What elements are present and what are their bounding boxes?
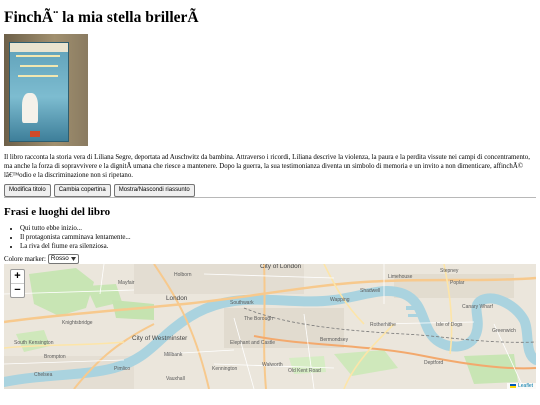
- map-label-wapping: Wapping: [330, 297, 350, 303]
- attribution-link[interactable]: Leaflet: [518, 383, 533, 389]
- marker-color-label: Colore marker:: [4, 255, 46, 263]
- divider: [4, 197, 536, 198]
- map-label-limehouse: Limehouse: [388, 274, 413, 280]
- list-item: La riva del fiume era silenziosa.: [20, 242, 131, 251]
- zoom-out-button[interactable]: −: [11, 283, 24, 297]
- map-label-bermondsey: Bermondsey: [320, 337, 349, 343]
- map-tiles: City of London London City of Westminste…: [4, 264, 536, 389]
- map-label-walworth: Walworth: [262, 362, 283, 368]
- map-label-stepney: Stepney: [440, 268, 459, 274]
- phrase-list: Qui tutto ebbe inizio... Il protagonista…: [4, 224, 131, 251]
- map-label-poplar: Poplar: [450, 280, 465, 286]
- page-title: FinchÃ¨ la mia stella brillerÃ: [4, 9, 199, 26]
- map-label-southwark: Southwark: [230, 300, 254, 306]
- map-label-london: London: [166, 295, 188, 302]
- map-label-deptford: Deptford: [424, 360, 443, 366]
- list-item: Qui tutto ebbe inizio...: [20, 224, 131, 233]
- section-heading: Frasi e luoghi del libro: [4, 206, 111, 218]
- map-label-greenwich: Greenwich: [492, 328, 516, 334]
- marker-color-value: Rosso: [50, 255, 69, 262]
- toggle-summary-button[interactable]: Mostra/Nascondi riassunto: [113, 184, 195, 197]
- action-buttons: Modifica titolo Cambia copertina Mostra/…: [4, 184, 195, 197]
- book-jacket: [9, 42, 69, 142]
- map-label-millbank: Millbank: [164, 352, 183, 358]
- map-label-knightsbridge: Knightsbridge: [62, 320, 93, 326]
- map-label-old-kent-road: Old Kent Road: [288, 368, 321, 374]
- chevron-down-icon: [70, 257, 76, 261]
- map-label-rotherhithe: Rotherhithe: [370, 322, 396, 328]
- book-cover-image: [4, 34, 88, 146]
- zoom-control: + −: [10, 269, 25, 298]
- map-label-isle-of-dogs: Isle of Dogs: [436, 322, 463, 328]
- change-cover-button[interactable]: Cambia copertina: [53, 184, 111, 197]
- map-label-mayfair: Mayfair: [118, 280, 135, 286]
- zoom-in-button[interactable]: +: [11, 270, 24, 283]
- list-item: Il protagonista camminava lentamente...: [20, 233, 131, 242]
- book-summary: Il libro racconta la storia vera di Lili…: [4, 154, 530, 179]
- map-label-shadwell: Shadwell: [360, 288, 380, 294]
- map-label-city-of-westminster: City of Westminster: [132, 335, 188, 342]
- map-label-pimlico: Pimlico: [114, 366, 130, 372]
- edit-title-button[interactable]: Modifica titolo: [4, 184, 51, 197]
- map[interactable]: City of London London City of Westminste…: [4, 264, 536, 389]
- map-label-canary-wharf: Canary Wharf: [462, 304, 493, 310]
- map-label-vauxhall: Vauxhall: [166, 376, 185, 382]
- map-label-city-of-london: City of London: [260, 264, 302, 270]
- map-label-the-borough: The Borough: [244, 316, 273, 322]
- map-label-brompton: Brompton: [44, 354, 66, 360]
- marker-color-row: Colore marker: Rosso: [4, 254, 79, 264]
- marker-color-select[interactable]: Rosso: [47, 254, 79, 264]
- map-label-kennington: Kennington: [212, 366, 238, 372]
- map-attribution[interactable]: Leaflet: [506, 383, 536, 389]
- map-label-south-kensington: South Kensington: [14, 340, 54, 346]
- ukraine-flag-icon: [509, 384, 516, 388]
- map-label-chelsea: Chelsea: [34, 372, 53, 378]
- map-label-holborn: Holborn: [174, 272, 192, 278]
- map-label-elephant-and-castle: Elephant and Castle: [230, 340, 275, 346]
